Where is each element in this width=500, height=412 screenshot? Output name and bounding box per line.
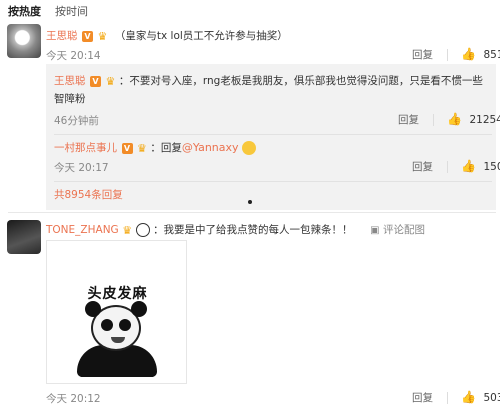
comment-text: （皇家与tx lol员工不允许参与抽奖）	[114, 30, 288, 42]
comment-author[interactable]: 王思聪	[46, 30, 78, 42]
reply-button[interactable]: 回复	[412, 161, 433, 173]
reply-divider	[54, 134, 492, 135]
mention-link[interactable]: @Yannaxy	[182, 141, 239, 154]
pagination-dot	[248, 200, 252, 204]
comment-header: TONE_ZHANG ♛ ：我要是中了给我点赞的每人一包辣条！！ ▣ 评论配图	[46, 222, 425, 239]
avatar[interactable]	[7, 220, 41, 254]
reply-author[interactable]: 王思聪	[54, 75, 86, 87]
panda-eye	[101, 319, 113, 331]
thumbs-up-icon[interactable]: 👍	[461, 47, 476, 61]
reply-button[interactable]: 回复	[398, 114, 419, 126]
meme-caption: 头皮发麻	[87, 286, 148, 302]
crown-icon: ♛	[97, 29, 108, 43]
like-count: 85162	[483, 49, 500, 61]
crown-icon: ♛	[137, 141, 147, 155]
crown-icon: ♛	[122, 223, 133, 237]
divider	[446, 49, 448, 61]
panda-eye	[119, 319, 131, 331]
reply-text: ：不要对号入座，rng老板是我朋友，俱乐部我也觉得没问题，只是看不惯一些	[118, 75, 483, 87]
comment-author[interactable]: TONE_ZHANG	[46, 224, 119, 236]
divider	[432, 114, 434, 126]
comment-image[interactable]: 头皮发麻	[46, 240, 187, 384]
reply-2-line-1: 一村那点事儿 V ♛ ：回复@Yannaxy	[54, 140, 257, 157]
reply-divider	[54, 181, 492, 182]
sort-bar: 按热度 按时间	[0, 0, 500, 22]
comment-header: 王思聪 V ♛ （皇家与tx lol员工不允许参与抽奖）	[46, 28, 288, 45]
reply-text-continued: 智障粉	[54, 93, 86, 105]
reply-prefix: ：回复	[150, 142, 182, 154]
thumbs-up-icon[interactable]: 👍	[461, 159, 476, 173]
sort-by-time[interactable]: 按时间	[55, 3, 88, 19]
divider	[446, 161, 448, 173]
reply-author[interactable]: 一村那点事儿	[54, 142, 117, 154]
v-badge-icon: V	[82, 30, 93, 42]
sort-by-hot[interactable]: 按热度	[8, 3, 41, 19]
divider	[446, 392, 448, 404]
reply-button[interactable]: 回复	[412, 49, 433, 61]
comment-text: ：我要是中了给我点赞的每人一包辣条！！	[153, 224, 353, 236]
comment-time: 今天 20:14	[46, 50, 101, 62]
panda-face	[85, 301, 147, 351]
reply-time: 今天 20:17	[54, 162, 109, 174]
panda-ear	[85, 301, 101, 317]
reply-actions: 回复 👍 150	[412, 159, 500, 174]
laugh-emoji-icon	[242, 141, 257, 155]
image-icon: ▣	[370, 225, 380, 236]
v-badge-icon: V	[90, 75, 101, 87]
comment-divider	[8, 212, 496, 213]
reply-actions: 回复 👍 21254	[398, 112, 500, 127]
thumbs-up-icon[interactable]: 👍	[461, 390, 476, 404]
reply-1-line-1: 王思聪 V ♛ ：不要对号入座，rng老板是我朋友，俱乐部我也觉得没问题，只是看…	[54, 73, 483, 90]
reply-time: 46分钟前	[54, 115, 99, 127]
thumbs-up-icon[interactable]: 👍	[447, 112, 462, 126]
comment-actions: 回复 👍 50370	[412, 390, 500, 405]
reply-button[interactable]: 回复	[412, 392, 433, 404]
panda-ear	[131, 301, 147, 317]
comment-image-label[interactable]: 评论配图	[383, 224, 425, 236]
more-replies-link[interactable]: 共8954条回复	[54, 187, 123, 202]
avatar[interactable]	[7, 24, 41, 58]
panda-mouth	[111, 337, 125, 343]
comment-actions: 回复 👍 85162	[412, 47, 500, 62]
v-badge-icon: V	[121, 142, 133, 154]
comment-time: 今天 20:12	[46, 393, 101, 405]
panda-emoji-icon	[135, 223, 150, 237]
crown-icon: ♛	[105, 74, 116, 88]
like-count: 150	[483, 161, 500, 173]
like-count: 21254	[469, 114, 500, 126]
like-count: 50370	[483, 392, 500, 404]
